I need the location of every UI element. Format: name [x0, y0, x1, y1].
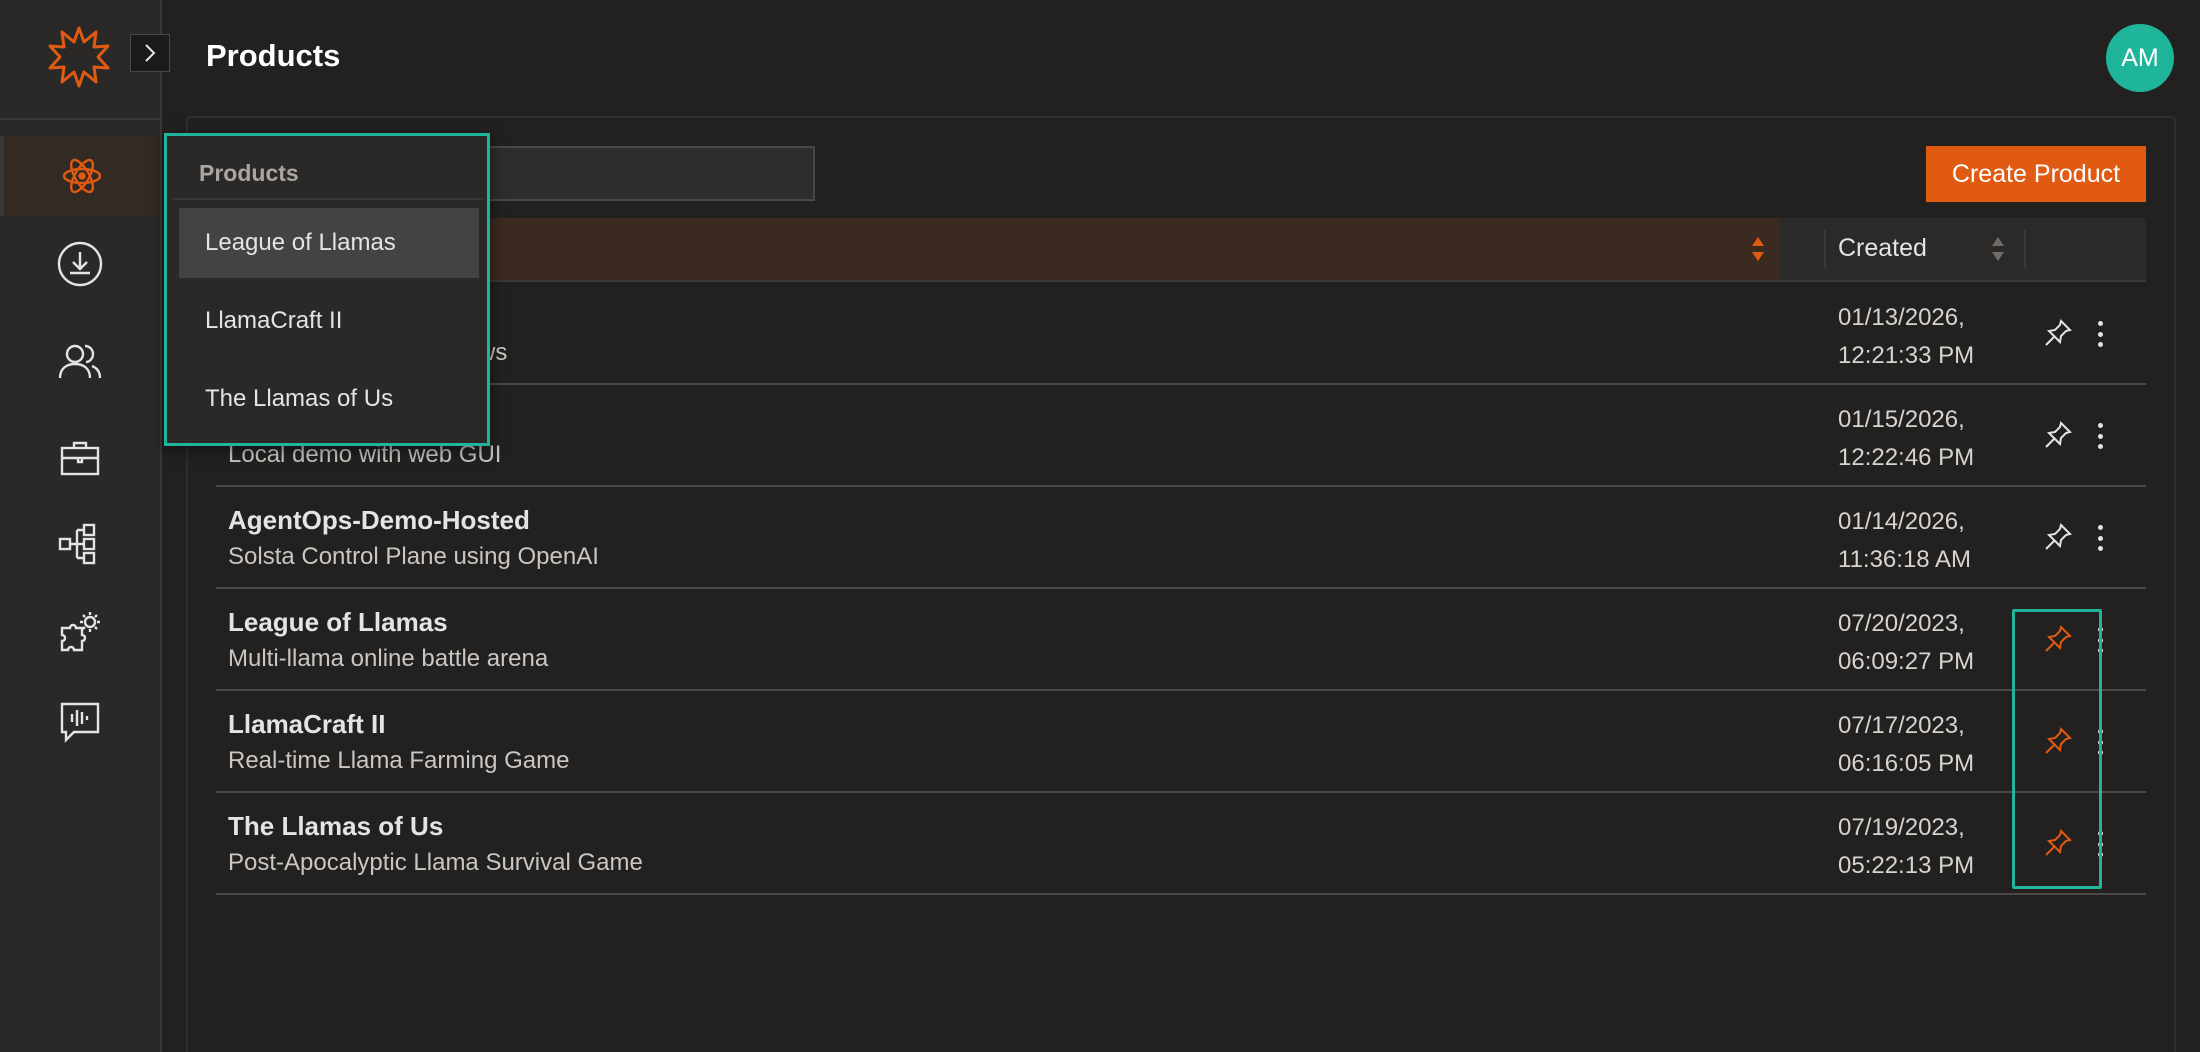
pin-icon[interactable] [2042, 419, 2074, 451]
products-popup: Products League of Llamas LlamaCraft II … [164, 133, 490, 446]
table-row[interactable]: League of Llamas Multi-llama online batt… [216, 589, 2146, 691]
users-icon [58, 344, 102, 379]
created-date: 07/19/2023, 05:22:13 PM [1838, 814, 1975, 879]
sort-icon[interactable] [1990, 235, 2006, 263]
column-header-created[interactable]: Created [1838, 234, 1927, 263]
product-description: Solsta Control Plane using OpenAI [228, 543, 599, 570]
column-divider [1824, 230, 1826, 268]
product-name[interactable]: The Llamas of Us [228, 811, 443, 842]
product-name[interactable]: League of Llamas [228, 607, 448, 638]
download-circle-icon [57, 241, 103, 287]
hierarchy-icon [58, 523, 96, 565]
product-description: Post-Apocalyptic Llama Survival Game [228, 849, 643, 876]
created-date: 01/14/2026, 11:36:18 AM [1838, 508, 1971, 573]
created-date: 01/13/2026, 12:21:33 PM [1838, 304, 1975, 369]
pinned-column-highlight [2012, 609, 2102, 889]
sidebar-expand-button[interactable] [130, 34, 170, 72]
popup-item-llamacraft-ii[interactable]: LlamaCraft II [179, 286, 479, 356]
table-row[interactable]: LlamaCraft II Real-time Llama Farming Ga… [216, 691, 2146, 793]
more-options-icon[interactable] [2090, 317, 2110, 351]
product-name[interactable]: AgentOps-Demo-Hosted [228, 505, 530, 536]
popup-item-league-of-llamas[interactable]: League of Llamas [179, 208, 479, 278]
product-description: Real-time Llama Farming Game [228, 747, 570, 774]
create-product-button[interactable]: Create Product [1926, 146, 2146, 202]
sidebar-item-products[interactable] [0, 136, 160, 216]
created-date: 07/17/2023, 06:16:05 PM [1838, 712, 1975, 777]
logo-icon[interactable] [44, 22, 114, 92]
more-options-icon[interactable] [2090, 521, 2110, 555]
product-name[interactable]: LlamaCraft II [228, 709, 386, 740]
table-row[interactable]: l Local demo with web GUI 01/15/2026,12:… [216, 385, 2146, 487]
page-title: Products [206, 38, 341, 73]
sidebar-item-hierarchy[interactable] [0, 504, 160, 584]
chat-bars-icon [60, 702, 100, 743]
column-divider [2024, 230, 2026, 268]
sidebar [0, 0, 162, 1052]
created-date: 01/15/2026, 12:22:46 PM [1838, 406, 1975, 471]
more-options-icon[interactable] [2090, 419, 2110, 453]
created-date: 07/20/2023, 06:09:27 PM [1838, 610, 1975, 675]
table-row[interactable]: AgentOps-Demo-Hosted Solsta Control Plan… [216, 487, 2146, 589]
atom-icon [62, 158, 102, 194]
product-description: Multi-llama online battle arena [228, 645, 549, 672]
divider [173, 198, 483, 200]
puzzle-gear-icon [60, 612, 100, 652]
sidebar-item-feedback[interactable] [0, 682, 160, 762]
pin-icon[interactable] [2042, 521, 2074, 553]
popup-item-the-llamas-of-us[interactable]: The Llamas of Us [179, 364, 479, 434]
table-header: Created [216, 218, 2146, 282]
popup-title: Products [199, 160, 299, 186]
table-row[interactable]: The Llamas of Us Post-Apocalyptic Llama … [216, 793, 2146, 895]
table-row[interactable]: ws 01/13/2026, 12:21:33 PM [216, 283, 2146, 385]
search-input[interactable] [470, 146, 815, 201]
pin-icon[interactable] [2042, 317, 2074, 349]
sidebar-item-briefcase[interactable] [0, 418, 160, 498]
sidebar-item-extensions[interactable] [0, 592, 160, 672]
sidebar-item-downloads[interactable] [0, 224, 160, 304]
chevron-right-icon [145, 44, 156, 62]
sidebar-item-users[interactable] [0, 322, 160, 402]
sort-icon[interactable] [1750, 235, 1766, 263]
avatar[interactable]: AM [2106, 24, 2174, 92]
briefcase-icon [60, 441, 100, 476]
